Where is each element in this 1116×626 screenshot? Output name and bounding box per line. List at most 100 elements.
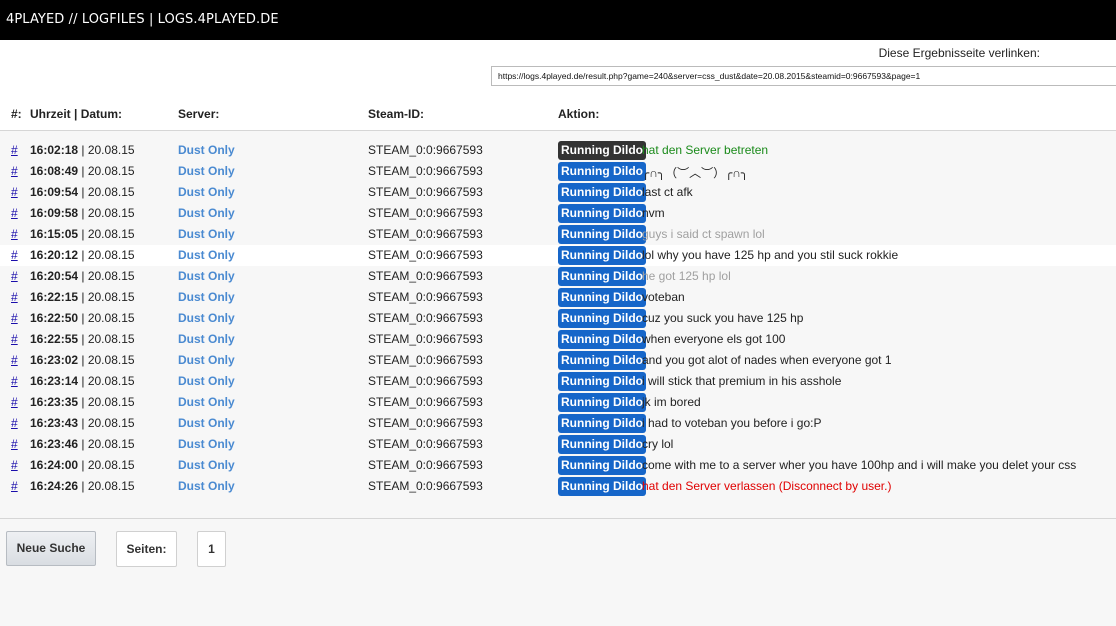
row-time: 16:23:35 [30, 395, 79, 409]
row-permalink[interactable]: # [11, 416, 18, 430]
row-steam-id: STEAM_0:0:9667593 [368, 164, 483, 178]
row-steam-id: STEAM_0:0:9667593 [368, 458, 483, 472]
row-server-link[interactable]: Dust Only [178, 479, 235, 493]
page-1-button[interactable]: 1 [197, 531, 226, 567]
row-message: jk im bored [642, 395, 701, 409]
col-header-hash: #: [11, 107, 22, 121]
player-name-badge[interactable]: Running Dildo [558, 141, 646, 160]
row-date: | 20.08.15 [78, 458, 135, 472]
log-row: #16:09:58 | 20.08.15 Dust Only STEAM_0:0:9… [0, 203, 1116, 224]
row-permalink[interactable]: # [11, 269, 18, 283]
pages-label: Seiten: [116, 531, 177, 567]
player-name-badge[interactable]: Running Dildo [558, 204, 646, 223]
row-server-link[interactable]: Dust Only [178, 164, 235, 178]
player-name-badge[interactable]: Running Dildo [558, 477, 646, 496]
site-title: 4PLAYED // LOGFILES | LOGS.4PLAYED.DE [6, 12, 279, 27]
row-server-link[interactable]: Dust Only [178, 311, 235, 325]
player-name-badge[interactable]: Running Dildo [558, 225, 646, 244]
row-time: 16:02:18 [30, 143, 79, 157]
player-name-badge[interactable]: Running Dildo [558, 267, 646, 286]
row-time: 16:09:58 [30, 206, 79, 220]
row-server-link[interactable]: Dust Only [178, 143, 235, 157]
row-time: 16:23:43 [30, 416, 79, 430]
row-server-link[interactable]: Dust Only [178, 416, 235, 430]
log-row: #16:22:50 | 20.08.15 Dust Only STEAM_0:0:9… [0, 308, 1116, 329]
log-row: #16:15:05 | 20.08.15 Dust Only STEAM_0:0:9… [0, 224, 1116, 245]
row-permalink[interactable]: # [11, 227, 18, 241]
row-server-link[interactable]: Dust Only [178, 437, 235, 451]
player-name-badge[interactable]: Running Dildo [558, 414, 646, 433]
row-time: 16:24:26 [30, 479, 79, 493]
row-server-link[interactable]: Dust Only [178, 290, 235, 304]
row-datetime: 16:23:46 | 20.08.15 [30, 437, 135, 451]
row-datetime: 16:22:55 | 20.08.15 [30, 332, 135, 346]
row-server-link[interactable]: Dust Only [178, 185, 235, 199]
row-message: hat den Server verlassen (Disconnect by … [642, 479, 892, 493]
row-permalink[interactable]: # [11, 290, 18, 304]
row-server-link[interactable]: Dust Only [178, 227, 235, 241]
row-message: last ct afk [642, 185, 693, 199]
log-row: #16:23:43 | 20.08.15 Dust Only STEAM_0:0:9… [0, 413, 1116, 434]
row-time: 16:22:55 [30, 332, 79, 346]
row-steam-id: STEAM_0:0:9667593 [368, 143, 483, 157]
row-permalink[interactable]: # [11, 248, 18, 262]
row-server-link[interactable]: Dust Only [178, 374, 235, 388]
row-time: 16:23:02 [30, 353, 79, 367]
row-datetime: 16:23:02 | 20.08.15 [30, 353, 135, 367]
permalink-field[interactable] [491, 66, 1116, 86]
player-name-badge[interactable]: Running Dildo [558, 246, 646, 265]
row-server-link[interactable]: Dust Only [178, 248, 235, 262]
row-datetime: 16:22:15 | 20.08.15 [30, 290, 135, 304]
row-datetime: 16:23:43 | 20.08.15 [30, 416, 135, 430]
row-message: ╭∩╮（︶︿︶）╭∩╮ [642, 166, 749, 180]
row-date: | 20.08.15 [78, 290, 135, 304]
player-name-badge[interactable]: Running Dildo [558, 162, 646, 181]
row-permalink[interactable]: # [11, 206, 18, 220]
row-permalink[interactable]: # [11, 164, 18, 178]
row-permalink[interactable]: # [11, 374, 18, 388]
row-server-link[interactable]: Dust Only [178, 269, 235, 283]
player-name-badge[interactable]: Running Dildo [558, 372, 646, 391]
row-date: | 20.08.15 [78, 353, 135, 367]
row-date: | 20.08.15 [78, 206, 135, 220]
row-time: 16:20:12 [30, 248, 79, 262]
row-permalink[interactable]: # [11, 332, 18, 346]
row-permalink[interactable]: # [11, 143, 18, 157]
row-server-link[interactable]: Dust Only [178, 353, 235, 367]
player-name-badge[interactable]: Running Dildo [558, 456, 646, 475]
player-name-badge[interactable]: Running Dildo [558, 435, 646, 454]
row-permalink[interactable]: # [11, 185, 18, 199]
row-server-link[interactable]: Dust Only [178, 458, 235, 472]
row-permalink[interactable]: # [11, 311, 18, 325]
player-name-badge[interactable]: Running Dildo [558, 288, 646, 307]
row-message: cry lol [642, 437, 674, 451]
row-message: and you got alot of nades when everyone … [642, 353, 892, 367]
player-name-badge[interactable]: Running Dildo [558, 183, 646, 202]
row-steam-id: STEAM_0:0:9667593 [368, 416, 483, 430]
row-date: | 20.08.15 [78, 332, 135, 346]
row-server-link[interactable]: Dust Only [178, 395, 235, 409]
row-steam-id: STEAM_0:0:9667593 [368, 206, 483, 220]
row-permalink[interactable]: # [11, 437, 18, 451]
row-date: | 20.08.15 [78, 437, 135, 451]
log-row: #16:22:15 | 20.08.15 Dust Only STEAM_0:0:9… [0, 287, 1116, 308]
new-search-button[interactable]: Neue Suche [6, 531, 96, 566]
row-message: come with me to a server wher you have 1… [642, 458, 1077, 472]
row-time: 16:09:54 [30, 185, 79, 199]
log-row: #16:23:02 | 20.08.15 Dust Only STEAM_0:0:9… [0, 350, 1116, 371]
player-name-badge[interactable]: Running Dildo [558, 351, 646, 370]
row-time: 16:08:49 [30, 164, 79, 178]
player-name-badge[interactable]: Running Dildo [558, 330, 646, 349]
row-permalink[interactable]: # [11, 479, 18, 493]
row-permalink[interactable]: # [11, 353, 18, 367]
log-row: #16:09:54 | 20.08.15 Dust Only STEAM_0:0:9… [0, 182, 1116, 203]
row-permalink[interactable]: # [11, 395, 18, 409]
row-date: | 20.08.15 [78, 143, 135, 157]
row-message: i had to voteban you before i go:P [642, 416, 822, 430]
row-permalink[interactable]: # [11, 458, 18, 472]
row-message: guys i said ct spawn lol [642, 227, 765, 241]
player-name-badge[interactable]: Running Dildo [558, 393, 646, 412]
row-server-link[interactable]: Dust Only [178, 206, 235, 220]
player-name-badge[interactable]: Running Dildo [558, 309, 646, 328]
row-server-link[interactable]: Dust Only [178, 332, 235, 346]
